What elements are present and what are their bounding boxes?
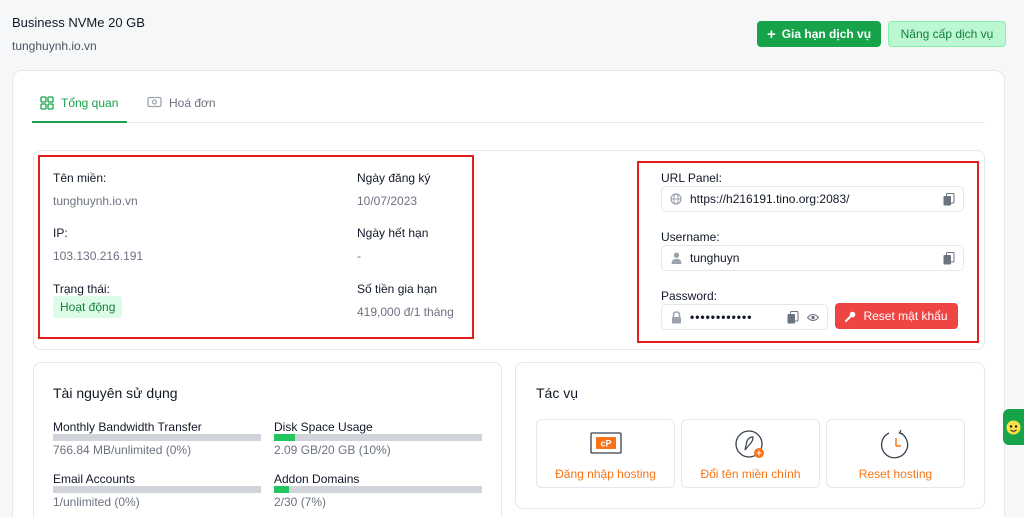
bandwidth-bar <box>53 434 261 441</box>
rocket-icon <box>734 429 768 466</box>
username-label: Username: <box>661 230 720 244</box>
reset-hosting-label: Reset hosting <box>858 467 933 481</box>
domain-label: Tên miền: <box>53 171 107 185</box>
expiry-date-value: - <box>357 249 361 263</box>
password-field[interactable]: •••••••••••• <box>661 304 828 330</box>
tab-invoices-label: Hoá đơn <box>169 96 216 110</box>
chat-widget-button[interactable] <box>1003 409 1024 445</box>
addon-domains-bar <box>274 486 482 493</box>
url-panel-field[interactable]: https://h216191.tino.org:2083/ <box>661 186 964 212</box>
disk-space-label: Disk Space Usage <box>274 420 373 434</box>
bandwidth-value: 766.84 MB/unlimited (0%) <box>53 443 192 457</box>
renewal-price-label: Số tiền gia hạn <box>357 282 438 296</box>
wrench-icon <box>845 311 856 322</box>
copy-icon[interactable] <box>787 310 799 324</box>
service-title: Business NVMe 20 GB <box>12 15 145 30</box>
clock-reset-icon <box>879 429 913 466</box>
password-label: Password: <box>661 289 718 303</box>
bandwidth-label: Monthly Bandwidth Transfer <box>53 420 202 434</box>
disk-space-value: 2.09 GB/20 GB (10%) <box>274 443 391 457</box>
domain-value: tunghuynh.io.vn <box>53 194 138 208</box>
grid-icon <box>40 96 54 110</box>
upgrade-service-label: Nâng cấp dịch vụ <box>900 27 994 41</box>
reset-password-label: Reset mật khẩu <box>863 309 948 323</box>
login-hosting-button[interactable]: cP Đăng nhập hosting <box>536 419 675 488</box>
url-panel-value: https://h216191.tino.org:2083/ <box>690 192 850 206</box>
email-accounts-value: 1/unlimited (0%) <box>53 495 140 509</box>
url-panel-label: URL Panel: <box>661 171 722 185</box>
login-hosting-label: Đăng nhập hosting <box>555 467 656 481</box>
copy-icon[interactable] <box>943 251 955 265</box>
registration-date-label: Ngày đăng ký <box>357 171 431 185</box>
tab-bar: Tổng quan Hoá đơn <box>32 96 985 123</box>
renew-service-label: Gia hạn dịch vụ <box>781 27 872 41</box>
svg-text:cP: cP <box>600 439 611 449</box>
invoice-icon <box>147 96 162 108</box>
tab-overview-label: Tổng quan <box>61 96 119 110</box>
reset-hosting-button[interactable]: Reset hosting <box>826 419 965 488</box>
eye-icon[interactable] <box>807 313 819 322</box>
tab-overview[interactable]: Tổng quan <box>32 96 127 123</box>
upgrade-service-button[interactable]: Nâng cấp dịch vụ <box>888 21 1006 47</box>
service-domain: tunghuynh.io.vn <box>12 39 97 53</box>
password-value: •••••••••••• <box>690 310 753 324</box>
copy-icon[interactable] <box>943 192 955 206</box>
tab-invoices[interactable]: Hoá đơn <box>147 96 216 123</box>
globe-icon <box>662 193 690 205</box>
resources-title: Tài nguyên sử dụng <box>53 385 178 401</box>
tasks-title: Tác vụ <box>536 385 579 401</box>
status-label: Trạng thái: <box>53 282 110 296</box>
status-badge: Hoạt động <box>53 296 123 318</box>
addon-domains-label: Addon Domains <box>274 472 360 486</box>
user-icon <box>662 252 690 264</box>
email-accounts-label: Email Accounts <box>53 472 136 486</box>
addon-domains-value: 2/30 (7%) <box>274 495 327 509</box>
ip-value: 103.130.216.191 <box>53 249 144 263</box>
renew-service-button[interactable]: + Gia hạn dịch vụ <box>757 21 881 47</box>
renewal-price-value: 419,000 đ/1 tháng <box>357 305 454 319</box>
mascot-icon <box>1006 420 1021 434</box>
reset-password-button[interactable]: Reset mật khẩu <box>835 303 958 329</box>
username-value: tunghuyn <box>690 251 740 265</box>
change-main-domain-button[interactable]: Đổi tên miền chính <box>681 419 820 488</box>
disk-space-bar <box>274 434 482 441</box>
ip-label: IP: <box>53 226 68 240</box>
change-main-domain-label: Đổi tên miền chính <box>700 467 801 481</box>
lock-icon <box>662 310 690 324</box>
registration-date-value: 10/07/2023 <box>357 194 418 208</box>
plus-icon: + <box>766 25 776 43</box>
expiry-date-label: Ngày hết hạn <box>357 226 429 240</box>
email-accounts-bar <box>53 486 261 493</box>
username-field[interactable]: tunghuyn <box>661 245 964 271</box>
cpanel-icon: cP <box>589 429 623 462</box>
